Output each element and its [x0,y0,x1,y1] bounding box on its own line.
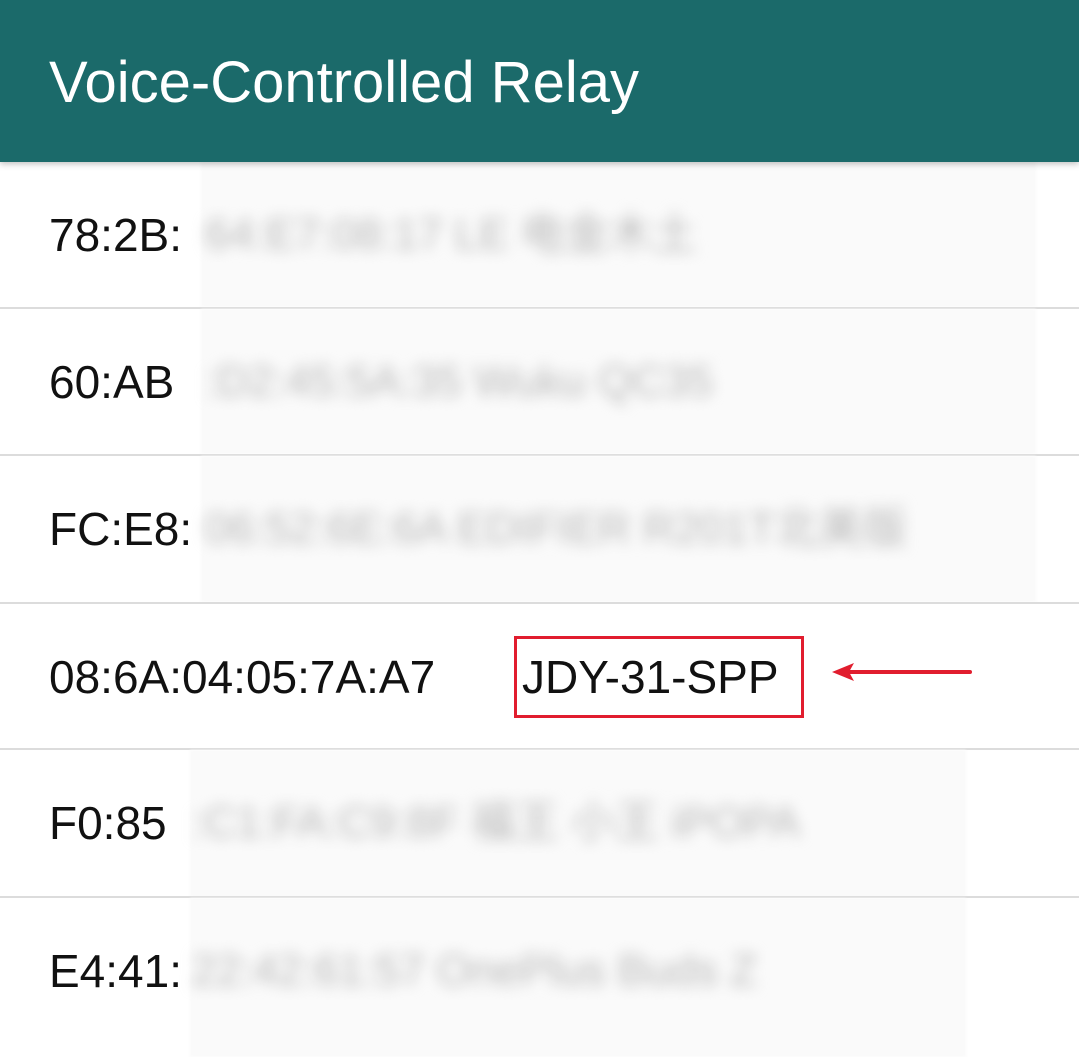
blurred-device-details: :C1:FA:C9:8F 福王 小王 iPOPA [192,798,800,847]
blurred-device-details: :D2:45:5A:35 Wuku QC35 [205,357,713,406]
device-row-3[interactable]: FC:E8: 06:52:6E:6A EDIFIER R201T北美版 [0,456,1079,603]
blurred-device-details: 06:52:6E:6A EDIFIER R201T北美版 [205,504,907,553]
blurred-device-details: 22:42:61:57 OnePlus Buds Z [192,946,758,995]
paired-device-list: 78:2B: 64:E7:08:17 LE 电金木土 60:AB :D2:45:… [0,162,1079,1057]
arrow-left-icon [832,663,972,681]
app-bar: Voice-Controlled Relay [0,0,1079,162]
device-row-2[interactable]: 60:AB :D2:45:5A:35 Wuku QC35 [0,309,1079,456]
device-row-6[interactable]: E4:41: 22:42:61:57 OnePlus Buds Z [0,898,1079,1057]
device-mac-address: FC:E8: [49,503,193,555]
device-mac-address: 78:2B: [49,209,182,261]
device-row-4[interactable]: 08:6A:04:05:7A:A7 JDY-31-SPP [0,604,1079,751]
device-name: JDY-31-SPP [522,651,779,703]
device-mac-address: 08:6A:04:05:7A:A7 [49,651,436,703]
device-row-1[interactable]: 78:2B: 64:E7:08:17 LE 电金木土 [0,162,1079,309]
blurred-device-details: 64:E7:08:17 LE 电金木土 [205,210,697,259]
device-mac-address: E4:41: [49,945,182,997]
app-title: Voice-Controlled Relay [49,50,639,115]
device-mac-address: 60:AB [49,356,175,408]
device-row-5[interactable]: F0:85 :C1:FA:C9:8F 福王 小王 iPOPA [0,750,1079,897]
device-mac-address: F0:85 [49,797,167,849]
